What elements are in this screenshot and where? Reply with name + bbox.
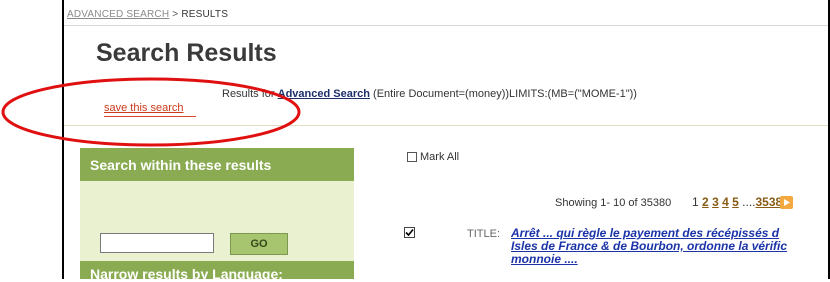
- breadcrumb: ADVANCED SEARCH > RESULTS: [67, 9, 228, 20]
- narrow-by-language-header: Narrow results by Language:: [80, 261, 354, 282]
- showing-count: Showing 1- 10 of 35380: [555, 197, 672, 209]
- breadcrumb-divider: [64, 25, 828, 26]
- page-link-3[interactable]: 3: [712, 195, 719, 209]
- pagination: 1 2 3 4 5 ....3538: [692, 195, 782, 209]
- results-for-prefix: Results for: [222, 88, 275, 100]
- next-page-icon[interactable]: [780, 196, 793, 209]
- result-title-label: TITLE:: [467, 228, 501, 240]
- narrow-by-language-title: Narrow results by Language:: [90, 266, 283, 282]
- page-link-last[interactable]: 3538: [756, 195, 783, 209]
- save-search-underline: [104, 116, 196, 117]
- checkmark-icon: [405, 228, 414, 237]
- results-for-line: Results for Advanced Search (Entire Docu…: [222, 88, 637, 100]
- page-link-5[interactable]: 5: [732, 195, 739, 209]
- page-current: 1: [692, 195, 699, 209]
- advanced-search-link[interactable]: Advanced Search: [278, 88, 370, 100]
- page-link-2[interactable]: 2: [702, 195, 709, 209]
- search-within-input[interactable]: [100, 233, 214, 253]
- save-search-link[interactable]: save this search: [104, 102, 183, 114]
- breadcrumb-separator: >: [172, 9, 179, 20]
- result-checkbox[interactable]: [404, 227, 415, 238]
- page-ellipsis: ....: [742, 195, 756, 209]
- window-frame-left: [62, 0, 64, 279]
- search-within-title: Search within these results: [90, 157, 272, 173]
- breadcrumb-link-advanced-search[interactable]: ADVANCED SEARCH: [67, 9, 169, 20]
- mark-all-checkbox[interactable]: [407, 152, 417, 162]
- search-within-panel: Search within these results GO Narrow re…: [80, 148, 354, 282]
- breadcrumb-current: RESULTS: [181, 9, 229, 20]
- query-text: (Entire Document=(money))LIMITS:(MB=("MO…: [373, 88, 637, 100]
- go-button[interactable]: GO: [230, 233, 288, 255]
- page-title: Search Results: [96, 39, 277, 67]
- result-title-link[interactable]: Arrêt ... qui règle le payement des récé…: [511, 227, 828, 279]
- page-link-4[interactable]: 4: [722, 195, 729, 209]
- mark-all-label: Mark All: [420, 151, 460, 163]
- search-within-header: Search within these results: [80, 148, 354, 181]
- header-divider: [64, 125, 828, 126]
